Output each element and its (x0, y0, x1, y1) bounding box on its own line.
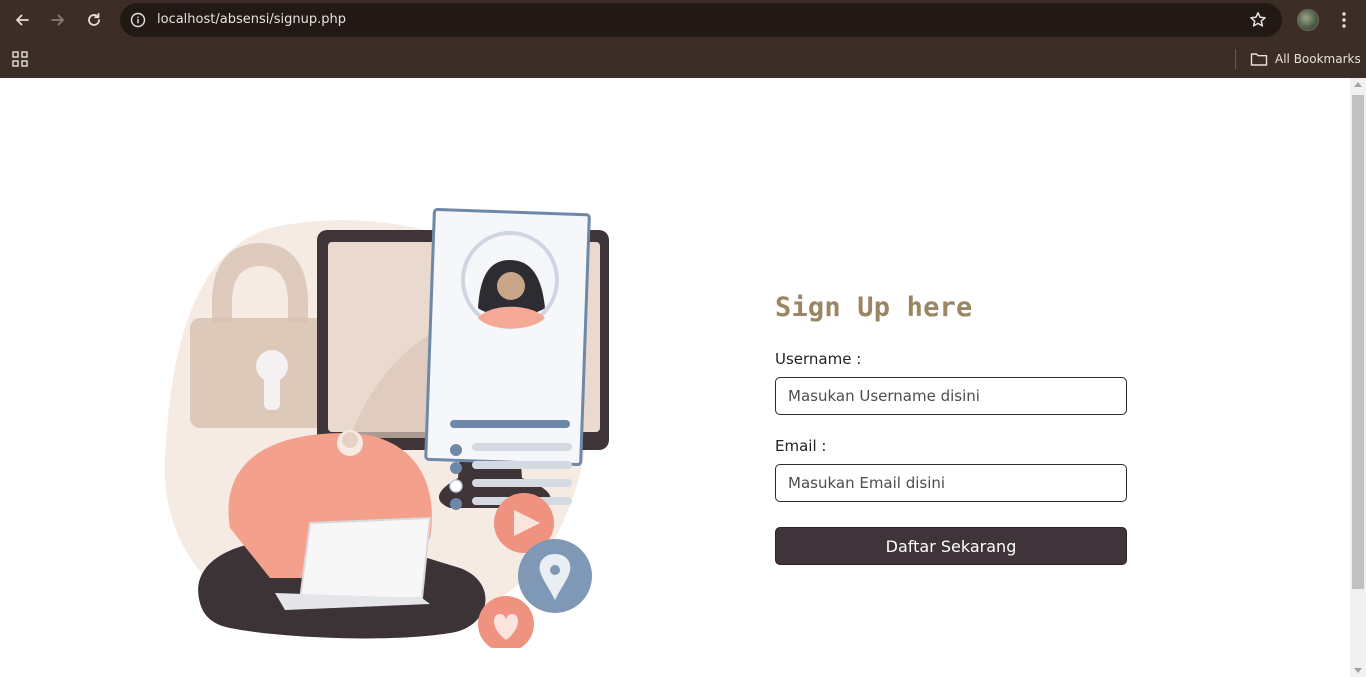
browser-toolbar: localhost/absensi/signup.php (0, 0, 1366, 40)
submit-button[interactable]: Daftar Sekarang (775, 527, 1127, 565)
all-bookmarks-label: All Bookmarks (1275, 52, 1361, 66)
arrow-right-icon (51, 14, 64, 26)
reload-icon (88, 12, 100, 26)
apps-grid-icon[interactable] (11, 50, 29, 68)
back-button[interactable] (10, 8, 34, 32)
profile-avatar[interactable] (1297, 9, 1319, 31)
scrollbar-thumb[interactable] (1352, 95, 1364, 589)
reload-button[interactable] (82, 8, 106, 32)
signup-form: Sign Up here Username : Email : Daftar S… (775, 288, 1127, 565)
username-input[interactable] (775, 377, 1127, 415)
bookmarks-bar: All Bookmarks (0, 40, 1366, 78)
page-scrollbar[interactable] (1350, 78, 1366, 677)
browser-menu-icon[interactable] (1332, 8, 1356, 32)
folder-icon (1250, 53, 1268, 66)
email-label: Email : (775, 437, 827, 455)
bookmarks-separator (1235, 49, 1236, 69)
signup-illustration (164, 208, 609, 648)
all-bookmarks-button[interactable]: All Bookmarks (1250, 48, 1361, 70)
url-text[interactable]: localhost/absensi/signup.php (157, 12, 346, 27)
arrow-left-icon (16, 14, 29, 26)
forward-button[interactable] (46, 8, 70, 32)
username-label: Username : (775, 350, 862, 368)
email-input[interactable] (775, 464, 1127, 502)
scroll-down-arrow-icon[interactable] (1354, 668, 1362, 673)
page-viewport: Sign Up here Username : Email : Daftar S… (0, 78, 1350, 677)
site-info-icon[interactable] (128, 10, 148, 30)
bookmark-star-icon[interactable] (1248, 10, 1268, 30)
scroll-up-arrow-icon[interactable] (1354, 82, 1362, 87)
address-bar[interactable]: localhost/absensi/signup.php (120, 3, 1282, 37)
page-title: Sign Up here (775, 292, 973, 323)
